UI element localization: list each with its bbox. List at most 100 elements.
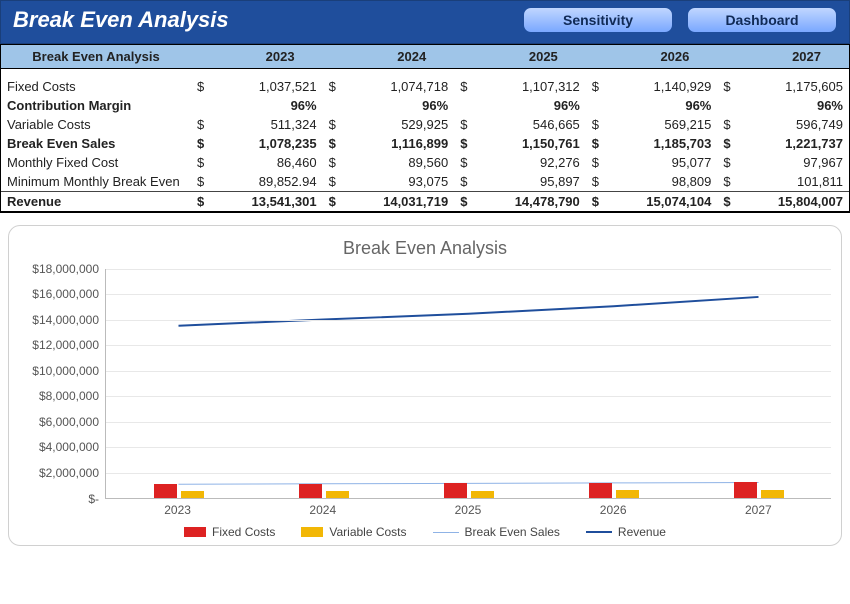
bar-variable-costs bbox=[616, 490, 639, 497]
sensitivity-button[interactable]: Sensitivity bbox=[523, 7, 673, 33]
y-tick: $4,000,000 bbox=[39, 440, 99, 454]
chart-lines-svg bbox=[106, 269, 831, 498]
table-header-row: Break Even Analysis 2023 2024 2025 2026 … bbox=[1, 45, 849, 69]
x-tick: 2026 bbox=[541, 499, 686, 517]
col-year-1: 2024 bbox=[323, 45, 455, 69]
cell-value: 1,074,718 bbox=[342, 77, 454, 96]
chart-title: Break Even Analysis bbox=[19, 238, 831, 259]
currency-symbol: $ bbox=[454, 172, 473, 192]
y-tick: $12,000,000 bbox=[32, 338, 99, 352]
cell-value: 96% bbox=[342, 96, 454, 115]
x-tick: 2027 bbox=[686, 499, 831, 517]
currency-symbol: $ bbox=[191, 172, 210, 192]
currency-symbol: $ bbox=[191, 115, 210, 134]
currency-symbol: $ bbox=[323, 172, 342, 192]
chart-plot-area bbox=[105, 269, 831, 499]
legend-break-even-sales: Break Even Sales bbox=[433, 525, 560, 539]
currency-symbol: $ bbox=[323, 134, 342, 153]
legend-swatch-bes bbox=[433, 532, 459, 533]
currency-symbol: $ bbox=[191, 191, 210, 211]
chart-y-axis: $-$2,000,000$4,000,000$6,000,000$8,000,0… bbox=[19, 269, 105, 499]
bar-variable-costs bbox=[326, 491, 349, 498]
currency-symbol: $ bbox=[717, 77, 736, 96]
currency-symbol: $ bbox=[323, 153, 342, 172]
currency-symbol: $ bbox=[323, 191, 342, 211]
table-row: Break Even Sales$1,078,235$1,116,899$1,1… bbox=[1, 134, 849, 153]
bar-fixed-costs bbox=[734, 482, 757, 497]
cell-value: 14,031,719 bbox=[342, 191, 454, 211]
table-row: Fixed Costs$1,037,521$1,074,718$1,107,31… bbox=[1, 77, 849, 96]
cell-value: 15,074,104 bbox=[605, 191, 717, 211]
cell-value: 95,077 bbox=[605, 153, 717, 172]
bar-variable-costs bbox=[471, 491, 494, 498]
col-year-4: 2027 bbox=[717, 45, 849, 69]
bar-variable-costs bbox=[181, 491, 204, 498]
break-even-table-wrap: Break Even Analysis 2023 2024 2025 2026 … bbox=[0, 44, 850, 213]
currency-symbol: $ bbox=[586, 77, 605, 96]
cell-value: 93,075 bbox=[342, 172, 454, 192]
y-tick: $14,000,000 bbox=[32, 313, 99, 327]
table-row: Revenue$13,541,301$14,031,719$14,478,790… bbox=[1, 191, 849, 211]
currency-symbol: $ bbox=[191, 77, 210, 96]
bar-variable-costs bbox=[761, 490, 784, 498]
currency-symbol: $ bbox=[454, 153, 473, 172]
currency-symbol: $ bbox=[586, 134, 605, 153]
chart-x-axis: 20232024202520262027 bbox=[105, 499, 831, 517]
y-tick: $10,000,000 bbox=[32, 364, 99, 378]
cell-value: 1,116,899 bbox=[342, 134, 454, 153]
currency-symbol: $ bbox=[586, 172, 605, 192]
currency-symbol: $ bbox=[717, 153, 736, 172]
currency-symbol: $ bbox=[586, 153, 605, 172]
cell-value: 96% bbox=[473, 96, 585, 115]
bar-fixed-costs bbox=[444, 483, 467, 497]
currency-symbol: $ bbox=[717, 134, 736, 153]
y-tick: $2,000,000 bbox=[39, 466, 99, 480]
currency-symbol: $ bbox=[454, 77, 473, 96]
cell-value: 569,215 bbox=[605, 115, 717, 134]
line-revenue bbox=[179, 296, 759, 325]
header-buttons: Sensitivity Dashboard bbox=[523, 7, 837, 33]
cell-value: 89,560 bbox=[342, 153, 454, 172]
x-tick: 2023 bbox=[105, 499, 250, 517]
cell-value: 89,852.94 bbox=[210, 172, 322, 192]
cell-value: 1,140,929 bbox=[605, 77, 717, 96]
row-label: Fixed Costs bbox=[1, 77, 191, 96]
bar-fixed-costs bbox=[589, 483, 612, 498]
cell-value: 13,541,301 bbox=[210, 191, 322, 211]
currency-symbol bbox=[586, 96, 605, 115]
currency-symbol: $ bbox=[323, 115, 342, 134]
row-label: Contribution Margin bbox=[1, 96, 191, 115]
currency-symbol: $ bbox=[454, 191, 473, 211]
currency-symbol: $ bbox=[454, 115, 473, 134]
currency-symbol: $ bbox=[717, 191, 736, 211]
currency-symbol bbox=[323, 96, 342, 115]
x-tick: 2024 bbox=[250, 499, 395, 517]
x-tick: 2025 bbox=[395, 499, 540, 517]
table-header-label: Break Even Analysis bbox=[1, 45, 191, 69]
legend-variable-costs: Variable Costs bbox=[301, 525, 406, 539]
currency-symbol bbox=[454, 96, 473, 115]
legend-swatch-variable bbox=[301, 527, 323, 537]
table-row: Variable Costs$511,324$529,925$546,665$5… bbox=[1, 115, 849, 134]
dashboard-button[interactable]: Dashboard bbox=[687, 7, 837, 33]
y-tick: $8,000,000 bbox=[39, 389, 99, 403]
currency-symbol: $ bbox=[454, 134, 473, 153]
y-tick: $18,000,000 bbox=[32, 262, 99, 276]
cell-value: 511,324 bbox=[210, 115, 322, 134]
cell-value: 1,150,761 bbox=[473, 134, 585, 153]
col-year-2: 2025 bbox=[454, 45, 586, 69]
row-label: Monthly Fixed Cost bbox=[1, 153, 191, 172]
cell-value: 95,897 bbox=[473, 172, 585, 192]
line-break-even-sales bbox=[179, 482, 759, 484]
row-label: Revenue bbox=[1, 191, 191, 211]
y-tick: $16,000,000 bbox=[32, 287, 99, 301]
currency-symbol: $ bbox=[717, 172, 736, 192]
legend-revenue: Revenue bbox=[586, 525, 666, 539]
bar-fixed-costs bbox=[299, 484, 322, 498]
chart-legend: Fixed Costs Variable Costs Break Even Sa… bbox=[19, 525, 831, 539]
y-tick: $- bbox=[88, 492, 99, 506]
y-tick: $6,000,000 bbox=[39, 415, 99, 429]
currency-symbol bbox=[717, 96, 736, 115]
legend-swatch-fixed bbox=[184, 527, 206, 537]
row-label: Variable Costs bbox=[1, 115, 191, 134]
